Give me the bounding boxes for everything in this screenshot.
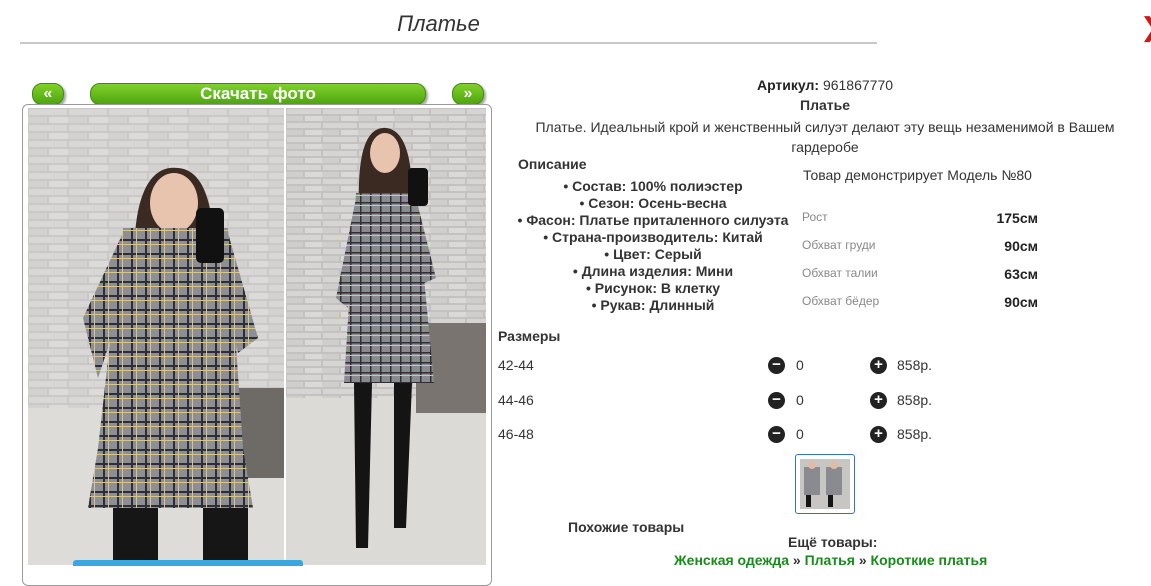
sizes-heading: Размеры [498, 328, 561, 344]
attribute-item: Страна-производитель: Китай [498, 229, 808, 246]
model-measurement-row: Обхват груди 90см [802, 238, 1038, 254]
article-value: 961867770 [822, 77, 894, 93]
measurement-label: Обхват талии [802, 266, 878, 280]
prev-photo-button[interactable]: « [32, 83, 64, 105]
product-photo-front[interactable] [28, 108, 284, 565]
attribute-item: Сезон: Осень-весна [498, 195, 808, 212]
increase-qty-button[interactable]: + [870, 392, 887, 409]
increase-qty-button[interactable]: + [870, 426, 887, 443]
model-measurement-row: Рост 175см [802, 210, 1038, 226]
decrease-qty-button[interactable]: − [768, 426, 785, 443]
attribute-item: Длина изделия: Мини [498, 263, 808, 280]
more-products-heading: Ещё товары: [788, 534, 878, 550]
product-name: Платье [800, 97, 850, 113]
increase-qty-button[interactable]: + [870, 357, 887, 374]
category-breadcrumb: Женская одежда » Платья » Короткие плать… [674, 552, 987, 568]
size-row: 44-46 − 0 + 858р. [498, 390, 958, 410]
size-row: 46-48 − 0 + 858р. [498, 424, 958, 444]
attribute-item: Рукав: Длинный [498, 297, 808, 314]
article-label: Артикул: [756, 77, 820, 93]
decrease-qty-button[interactable]: − [768, 357, 785, 374]
product-photo-full[interactable] [286, 108, 486, 565]
quantity-value: 0 [796, 357, 804, 373]
page-title-bar: Платье [20, 8, 877, 44]
size-label: 44-46 [498, 392, 534, 408]
model-measurement-row: Обхват бёдер 90см [802, 294, 1038, 310]
measurement-value: 63см [1004, 266, 1038, 282]
attribute-list: Состав: 100% полиэстер Сезон: Осень-весн… [498, 178, 808, 314]
attribute-item: Рисунок: В клетку [498, 280, 808, 297]
size-price: 858р. [897, 426, 933, 442]
breadcrumb-separator: » [792, 552, 801, 568]
quantity-value: 0 [796, 392, 804, 408]
breadcrumb-link-women[interactable]: Женская одежда [674, 552, 789, 568]
download-photo-button[interactable]: Скачать фото [90, 83, 426, 105]
measurement-value: 90см [1004, 238, 1038, 254]
product-description: Платье. Идеальный крой и женственный сил… [535, 119, 1115, 155]
next-photo-button[interactable]: » [452, 83, 484, 105]
description-heading: Описание [518, 156, 587, 172]
breadcrumb-link-short-dresses[interactable]: Короткие платья [871, 552, 988, 568]
size-price: 858р. [897, 392, 933, 408]
measurement-label: Рост [802, 210, 828, 224]
corner-arrow-icon[interactable]: ❯ [1140, 14, 1151, 42]
model-measurement-row: Обхват талии 63см [802, 266, 1038, 282]
measurement-value: 90см [1004, 294, 1038, 310]
attribute-item: Фасон: Платье приталенного силуэта [498, 212, 808, 229]
size-label: 42-44 [498, 357, 534, 373]
model-title: Товар демонстрирует Модель №80 [803, 167, 1032, 183]
breadcrumb-separator: » [858, 552, 867, 568]
measurement-label: Обхват груди [802, 238, 876, 252]
product-thumbnail[interactable] [795, 454, 855, 514]
attribute-item: Состав: 100% полиэстер [498, 178, 808, 195]
breadcrumb-link-dresses[interactable]: Платья [805, 552, 855, 568]
attribute-item: Цвет: Серый [498, 246, 808, 263]
quantity-value: 0 [796, 426, 804, 442]
size-row: 42-44 − 0 + 858р. [498, 355, 958, 375]
size-price: 858р. [897, 357, 933, 373]
similar-products-heading: Похожие товары [568, 519, 685, 535]
size-label: 46-48 [498, 426, 534, 442]
measurement-label: Обхват бёдер [802, 294, 880, 308]
page-title: Платье [397, 11, 480, 36]
article-line: Артикул: 961867770 [498, 77, 1151, 93]
measurement-value: 175см [996, 210, 1038, 226]
gallery-scroll-indicator[interactable] [73, 560, 303, 566]
decrease-qty-button[interactable]: − [768, 392, 785, 409]
